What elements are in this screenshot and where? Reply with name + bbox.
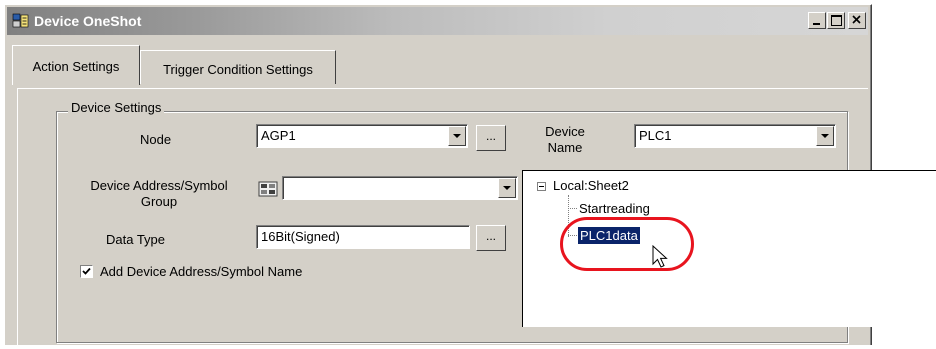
device-name-label: Device Name — [540, 124, 590, 156]
mouse-pointer-icon — [652, 245, 668, 268]
device-address-label-line1: Device Address/Symbol — [90, 178, 228, 193]
device-name-select[interactable]: PLC1 — [634, 124, 836, 148]
device-address-label-line2: Group — [140, 194, 178, 209]
tree-connector-h1 — [568, 208, 577, 209]
caption-buttons — [808, 12, 866, 29]
tree-item-startreading[interactable]: Startreading — [579, 201, 650, 216]
device-oneshot-icon — [12, 13, 29, 28]
tab-trigger-condition-settings[interactable]: Trigger Condition Settings — [140, 50, 336, 84]
node-select[interactable]: AGP1 — [256, 124, 468, 148]
data-type-value: 16Bit(Signed) — [261, 229, 340, 244]
node-browse-button[interactable]: ... — [476, 125, 506, 151]
title-bar[interactable]: Device OneShot — [7, 7, 868, 35]
node-value: AGP1 — [261, 128, 296, 143]
minimize-icon[interactable] — [808, 12, 826, 29]
device-address-input[interactable] — [282, 176, 518, 200]
add-name-checkbox[interactable] — [80, 265, 93, 278]
device-address-dropdown-button[interactable] — [498, 178, 516, 198]
close-icon[interactable] — [848, 12, 866, 29]
tree-root[interactable]: Local:Sheet2 — [553, 178, 629, 193]
maximize-icon[interactable] — [827, 12, 845, 29]
device-settings-legend: Device Settings — [68, 100, 165, 115]
device-name-value: PLC1 — [639, 128, 672, 143]
checkmark-icon — [82, 267, 91, 275]
device-name-dropdown-button[interactable] — [816, 126, 834, 146]
data-type-label: Data Type — [106, 232, 166, 247]
node-label: Node — [140, 132, 172, 147]
device-address-input-mode-icon[interactable] — [256, 179, 280, 199]
device-name-label-line2: Name — [547, 140, 583, 155]
window-title: Device OneShot — [34, 13, 142, 29]
device-address-label: Device Address/Symbol Group — [74, 178, 244, 210]
tab-action-settings[interactable]: Action Settings — [12, 45, 140, 85]
collapse-icon[interactable] — [537, 182, 546, 191]
node-dropdown-button[interactable] — [448, 126, 466, 146]
data-type-browse-button[interactable]: ... — [476, 225, 506, 251]
highlight-ring — [560, 217, 694, 271]
add-name-label: Add Device Address/Symbol Name — [100, 264, 303, 279]
data-type-field[interactable]: 16Bit(Signed) — [256, 225, 470, 249]
device-name-label-line1: Device — [545, 124, 585, 139]
